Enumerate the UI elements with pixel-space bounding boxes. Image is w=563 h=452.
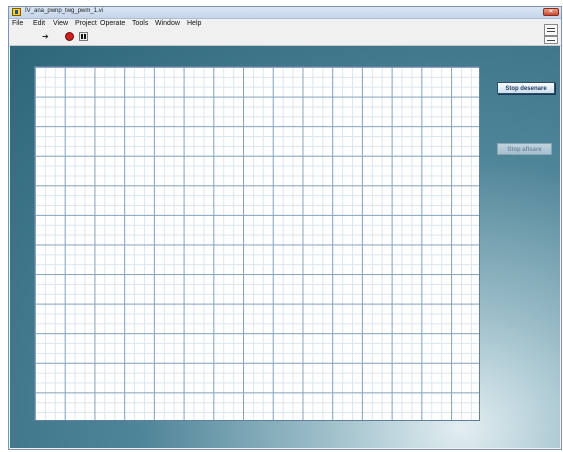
menu-operate[interactable]: Operate — [100, 20, 125, 27]
stop-display-button[interactable]: Stop afisare — [497, 143, 552, 155]
title-bar: IV_ana_pwnp_twg_pwm_1.vi ✕ — [9, 7, 561, 19]
connector-pane-icon[interactable] — [544, 24, 558, 36]
close-button[interactable]: ✕ — [543, 8, 559, 16]
menu-help[interactable]: Help — [187, 20, 201, 27]
menu-file[interactable]: File — [12, 20, 23, 27]
stop-drawing-button[interactable]: Stop desenare — [497, 82, 555, 94]
toolbar: ➔ — [9, 29, 561, 46]
drawing-grid[interactable] — [34, 66, 480, 421]
vi-icon[interactable] — [544, 36, 558, 44]
front-panel: Stop desenare Stop afisare — [10, 46, 560, 448]
menu-window[interactable]: Window — [155, 20, 180, 27]
pause-icon[interactable] — [79, 32, 88, 41]
menu-edit[interactable]: Edit — [33, 20, 45, 27]
menu-bar: File Edit View Project Operate Tools Win… — [9, 19, 561, 29]
labview-window: IV_ana_pwnp_twg_pwm_1.vi ✕ File Edit Vie… — [8, 6, 562, 450]
menu-project[interactable]: Project — [75, 20, 97, 27]
run-arrow-icon[interactable]: ➔ — [42, 33, 49, 41]
menu-tools[interactable]: Tools — [132, 20, 148, 27]
window-title: IV_ana_pwnp_twg_pwm_1.vi — [25, 8, 104, 14]
abort-icon[interactable] — [65, 32, 74, 41]
labview-vi-icon — [12, 8, 21, 16]
menu-view[interactable]: View — [53, 20, 68, 27]
